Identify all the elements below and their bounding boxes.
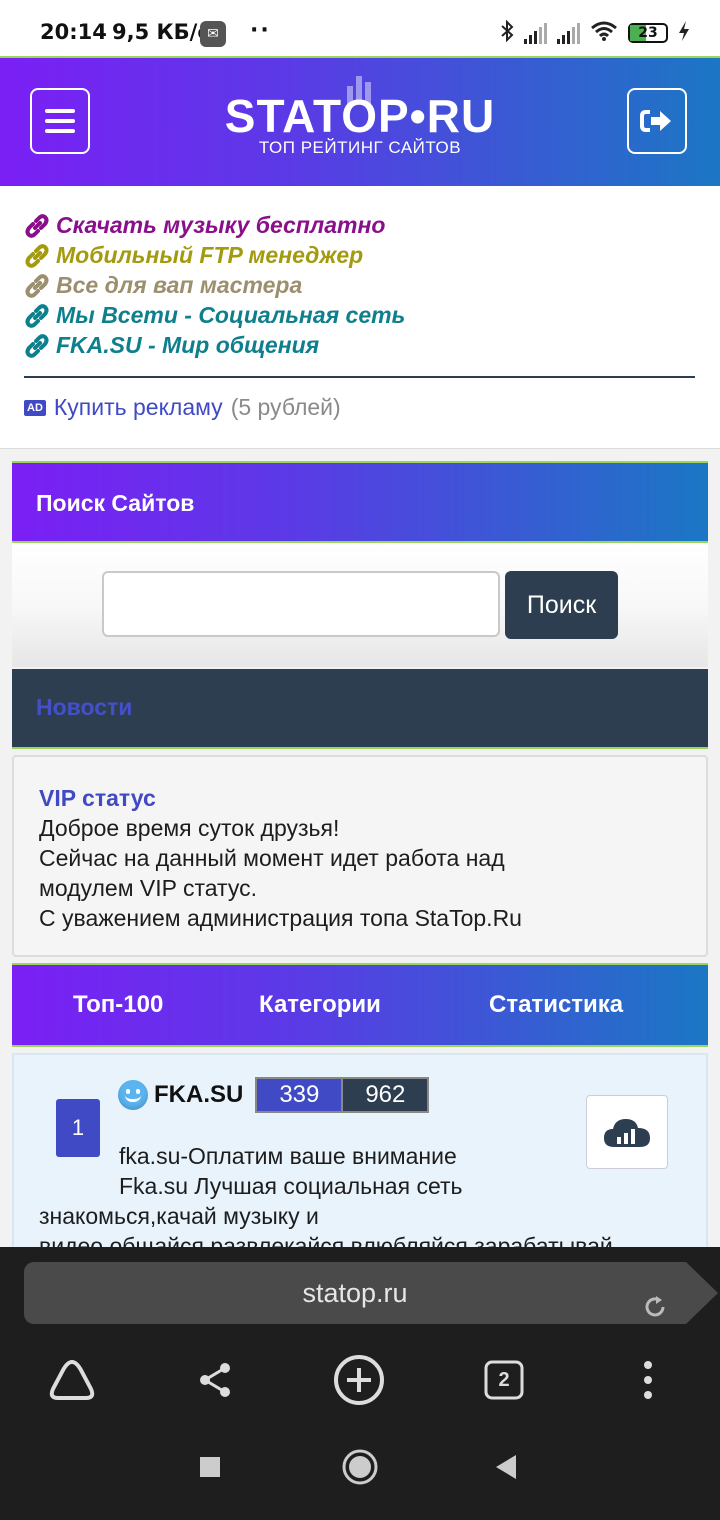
- status-network-speed: 9,5 КБ/с: [112, 20, 210, 44]
- logo-subtitle: ТОП РЕЙТИНГ САЙТОВ: [258, 138, 462, 157]
- ad-price: (5 рублей): [230, 394, 341, 420]
- site-logo[interactable]: STATOP•RU ТОП РЕЙТИНГ САЙТОВ: [220, 76, 500, 158]
- charging-icon: [678, 20, 690, 46]
- link-label: Скачать музыку бесплатно: [56, 212, 386, 238]
- browser-bottom-bar: statop.ru 2: [0, 1247, 720, 1520]
- back-button[interactable]: [486, 1447, 526, 1487]
- buy-ad: AD Купить рекламу (5 рублей): [24, 394, 341, 421]
- news-item-title[interactable]: VIP статус: [39, 783, 706, 813]
- recents-button[interactable]: [190, 1447, 230, 1487]
- logo-bars-icon: [347, 76, 371, 104]
- site-header: STATOP•RU ТОП РЕЙТИНГ САЙТОВ: [0, 56, 720, 186]
- system-home-button[interactable]: [340, 1447, 380, 1487]
- link-label: FKA.SU - Мир общения: [56, 332, 320, 358]
- tabs-button[interactable]: 2: [476, 1352, 532, 1408]
- tab-categories[interactable]: Категории: [259, 991, 381, 1019]
- share-button[interactable]: [187, 1352, 243, 1408]
- reload-icon: [645, 1296, 665, 1317]
- news-line: Доброе время суток друзья!: [39, 815, 340, 841]
- link-social[interactable]: Мы Всети - Социальная сеть: [24, 302, 405, 329]
- menu-button[interactable]: [30, 88, 90, 154]
- browser-menu-button[interactable]: [620, 1352, 676, 1408]
- status-time: 20:14: [40, 20, 107, 44]
- link-wap[interactable]: Все для вап мастера: [24, 272, 302, 299]
- ad-icon: AD: [24, 399, 46, 416]
- link-ftp[interactable]: Мобильный FTP менеджер: [24, 242, 363, 269]
- divider: [24, 376, 695, 378]
- search-button[interactable]: Поиск: [505, 571, 618, 639]
- back-triangle-icon: [496, 1455, 516, 1479]
- buy-ad-link[interactable]: Купить рекламу: [54, 394, 223, 421]
- news-line: Сейчас на данный момент идет работа над: [39, 845, 505, 871]
- url-text: statop.ru: [302, 1278, 408, 1308]
- sponsored-links: Скачать музыку бесплатно Мобильный FTP м…: [0, 186, 720, 449]
- search-input[interactable]: [102, 571, 500, 637]
- battery-icon: 23: [628, 23, 668, 43]
- signal-icon-1: [524, 22, 547, 44]
- home-circle-icon: [342, 1449, 378, 1485]
- address-bar[interactable]: statop.ru: [24, 1262, 718, 1324]
- link-icon: [25, 273, 49, 298]
- site-desc-line: fka.su-Оплатим ваше внимание: [119, 1143, 457, 1169]
- rating-tabs: Топ-100 Категории Статистика: [12, 963, 708, 1047]
- signal-icon-2: [557, 22, 580, 44]
- wifi-icon: [590, 20, 618, 46]
- site-description: fka.su-Оплатим ваше внимание Fka.su Лучш…: [39, 1141, 699, 1261]
- site-name-link[interactable]: FKA.SU: [154, 1081, 243, 1109]
- news-item: VIP статус Доброе время суток друзья! Се…: [12, 755, 708, 957]
- link-icon: [25, 243, 49, 268]
- site-list-item: 1 FKA.SU 339 962 fka.su-Оплатим ваше вни…: [12, 1053, 708, 1259]
- login-button[interactable]: [627, 88, 687, 154]
- more-vertical-icon: [644, 1361, 652, 1399]
- more-notifications-indicator: ··: [250, 18, 271, 43]
- new-tab-button[interactable]: [331, 1352, 387, 1408]
- visit-counters: 339 962: [255, 1077, 430, 1113]
- tab-top-100[interactable]: Топ-100: [73, 991, 163, 1019]
- link-label: Мы Всети - Социальная сеть: [56, 302, 406, 328]
- status-bar: 20:14 9,5 КБ/с ✉ ·· 23: [0, 0, 720, 56]
- site-desc-line: Fka.su Лучшая социальная сеть: [119, 1173, 463, 1199]
- link-icon: [25, 303, 49, 328]
- bluetooth-icon: [500, 19, 514, 46]
- tab-statistics[interactable]: Статистика: [489, 991, 623, 1019]
- link-fka[interactable]: FKA.SU - Мир общения: [24, 332, 319, 359]
- search-panel-title: Поиск Сайтов: [12, 461, 708, 543]
- sign-in-icon: [640, 110, 671, 132]
- counter-out: 962: [343, 1079, 428, 1111]
- site-desc-line: знакомься,качай музыку и: [39, 1203, 319, 1229]
- search-panel: Поиск: [12, 543, 708, 667]
- counter-in: 339: [257, 1079, 344, 1111]
- site-header-row: FKA.SU 339 962: [118, 1077, 430, 1113]
- alice-icon: [49, 1359, 95, 1400]
- home-button[interactable]: [44, 1352, 100, 1408]
- link-label: Мобильный FTP менеджер: [56, 242, 364, 268]
- news-line: модулем VIP статус.: [39, 875, 257, 901]
- link-label: Все для вап мастера: [56, 272, 303, 298]
- smiley-icon: [118, 1080, 148, 1110]
- news-panel-title[interactable]: Новости: [12, 669, 708, 749]
- tabs-count: 2: [498, 1368, 510, 1391]
- link-icon: [25, 333, 49, 358]
- hamburger-icon: [45, 109, 75, 133]
- link-music[interactable]: Скачать музыку бесплатно: [24, 212, 385, 239]
- link-icon: [25, 213, 49, 238]
- notification-app-icon: ✉: [200, 21, 226, 47]
- news-line: С уважением администрация топа StaTop.Ru: [39, 905, 522, 931]
- reload-button[interactable]: [642, 1280, 668, 1342]
- share-icon: [200, 1363, 230, 1397]
- plus-circle-icon: [334, 1355, 384, 1405]
- square-icon: [200, 1457, 220, 1477]
